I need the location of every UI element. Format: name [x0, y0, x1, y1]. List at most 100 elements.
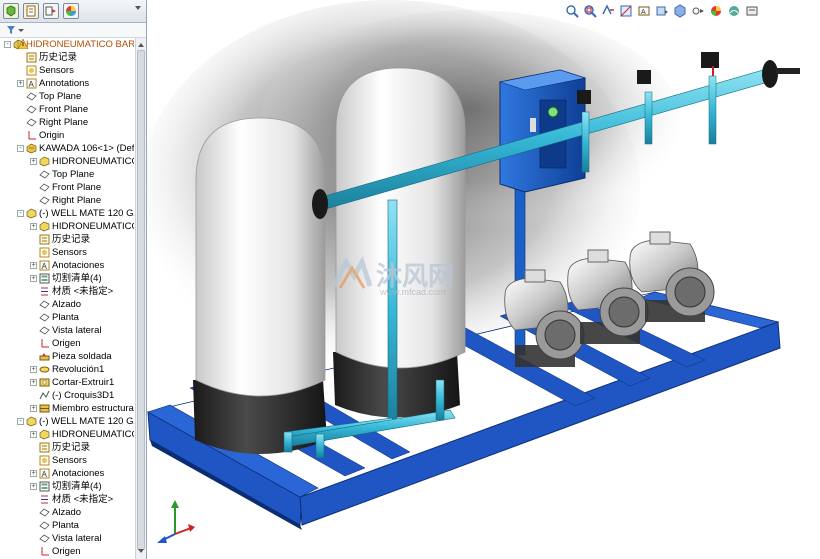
plane-icon	[26, 117, 37, 128]
previous-view-icon[interactable]	[601, 4, 615, 18]
tree-scrollbar[interactable]	[135, 38, 146, 559]
expand-arrow-icon[interactable]	[134, 4, 142, 12]
tree-item-label: Front Plane	[39, 104, 89, 115]
dynamic-annotation-icon[interactable]: A	[637, 4, 651, 18]
tree-item-label: Planta	[52, 520, 79, 531]
collapse-icon[interactable]: -	[17, 418, 24, 425]
tree-item-label: Miembro estructural	[52, 403, 134, 414]
edit-appearance-icon[interactable]	[709, 4, 723, 18]
tree-item-label: Origen	[52, 546, 81, 557]
manager-tabs	[0, 0, 146, 23]
display-style-icon[interactable]	[673, 4, 687, 18]
flange-right	[762, 60, 778, 88]
part-icon	[39, 429, 50, 440]
configuration-manager-tab-icon[interactable]	[43, 3, 59, 19]
tree-item-label: Alzado	[52, 507, 82, 518]
history-icon	[26, 52, 37, 63]
cut-extrude-icon	[39, 377, 50, 388]
hide-show-icon[interactable]	[691, 4, 705, 18]
cutlist-icon	[39, 273, 50, 284]
zoom-to-fit-icon[interactable]	[565, 4, 579, 18]
subassembly-icon	[26, 143, 37, 154]
annotation-icon: A	[39, 260, 50, 271]
feature-tree: - HIDRONEUMATICO BAR 历史记录 Sensors + A Annotati…	[0, 38, 134, 559]
tree-item-label: (-) WELL MATE 120 GAL	[39, 416, 134, 427]
section-view-icon[interactable]	[619, 4, 633, 18]
tree-item-label: KAWADA 106<1> (Defa	[39, 143, 134, 154]
apply-scene-icon[interactable]	[727, 4, 741, 18]
plane-icon	[39, 195, 50, 206]
annotation-icon: A	[26, 78, 37, 89]
tree-item-label: Sensors	[39, 65, 74, 76]
tree-item-label: Revolución1	[52, 364, 105, 375]
origin-icon	[39, 546, 50, 557]
graphics-area[interactable]: 沐风网 www.mfcad.com A	[147, 0, 820, 559]
material-icon	[39, 494, 50, 505]
filter-bar	[0, 23, 146, 38]
tree-item-label: Right Plane	[52, 195, 102, 206]
watermark: 沐风网 www.mfcad.com	[330, 256, 500, 302]
expand-icon[interactable]: +	[30, 405, 37, 412]
expand-icon[interactable]: +	[30, 366, 37, 373]
sensor-icon	[39, 455, 50, 466]
weldment-icon	[39, 351, 50, 362]
collapse-icon[interactable]: -	[17, 210, 24, 217]
tree-item-label: Anotaciones	[52, 468, 105, 479]
appearance-tab-icon[interactable]	[63, 3, 79, 19]
part-icon	[39, 221, 50, 232]
zoom-area-icon[interactable]	[583, 4, 597, 18]
tree-item-label: (-) Croquis3D1	[52, 390, 115, 401]
expand-icon[interactable]: +	[30, 262, 37, 269]
svg-text:A: A	[42, 470, 48, 479]
collapse-icon[interactable]: -	[17, 145, 24, 152]
watermark-url: www.mfcad.com	[380, 287, 446, 297]
plane-icon	[39, 520, 50, 531]
scrollbar-thumb[interactable]	[137, 50, 145, 550]
sketch3d-icon	[39, 390, 50, 401]
reference-triad-icon	[151, 496, 195, 546]
cutlist-icon	[39, 481, 50, 492]
expand-icon[interactable]: +	[30, 223, 37, 230]
tree-item-label: 历史记录	[52, 442, 91, 453]
annotation-icon: A	[39, 468, 50, 479]
tree-item-label: Top Plane	[39, 91, 82, 102]
view-orientation-icon[interactable]	[655, 4, 669, 18]
tree-item-label: Sensors	[52, 455, 87, 466]
tree-item-label: Anotaciones	[52, 260, 105, 271]
property-manager-tab-icon[interactable]	[23, 3, 39, 19]
pressure-tank-left	[193, 117, 327, 454]
feature-manager-tab-icon[interactable]	[3, 3, 19, 19]
plane-icon	[39, 507, 50, 518]
tree-item-label: 材质 <未指定>	[52, 286, 114, 297]
warning-icon	[17, 38, 29, 50]
tree-item-label: 历史记录	[39, 52, 78, 63]
plane-icon	[39, 182, 50, 193]
collapse-icon[interactable]: -	[4, 41, 11, 48]
expand-icon[interactable]: +	[30, 431, 37, 438]
filter-icon[interactable]	[6, 25, 26, 38]
plane-icon	[39, 533, 50, 544]
scroll-up-icon[interactable]	[138, 40, 144, 51]
tree-item-label: Right Plane	[39, 117, 89, 128]
expand-icon[interactable]: +	[17, 80, 24, 87]
expand-icon[interactable]: +	[30, 275, 37, 282]
svg-text:A: A	[42, 262, 48, 271]
view-settings-icon[interactable]	[745, 4, 759, 18]
part-icon	[26, 416, 37, 427]
expand-icon[interactable]: +	[30, 158, 37, 165]
expand-icon[interactable]: +	[30, 470, 37, 477]
flange-left	[312, 189, 328, 219]
expand-icon[interactable]: +	[30, 483, 37, 490]
svg-text:A: A	[29, 80, 35, 89]
tree-item-label: Pieza soldada	[52, 351, 112, 362]
plane-icon	[39, 169, 50, 180]
structural-member-icon	[39, 403, 50, 414]
expand-icon[interactable]: +	[30, 379, 37, 386]
tree-item-label: 切割清单(4)	[52, 481, 102, 492]
tree-item-label: Planta	[52, 312, 79, 323]
plane-icon	[39, 312, 50, 323]
feature-manager-panel: - HIDRONEUMATICO BAR 历史记录 Sensors + A Annotati…	[0, 0, 147, 559]
scroll-down-icon[interactable]	[138, 546, 144, 557]
history-icon	[39, 442, 50, 453]
material-icon	[39, 286, 50, 297]
